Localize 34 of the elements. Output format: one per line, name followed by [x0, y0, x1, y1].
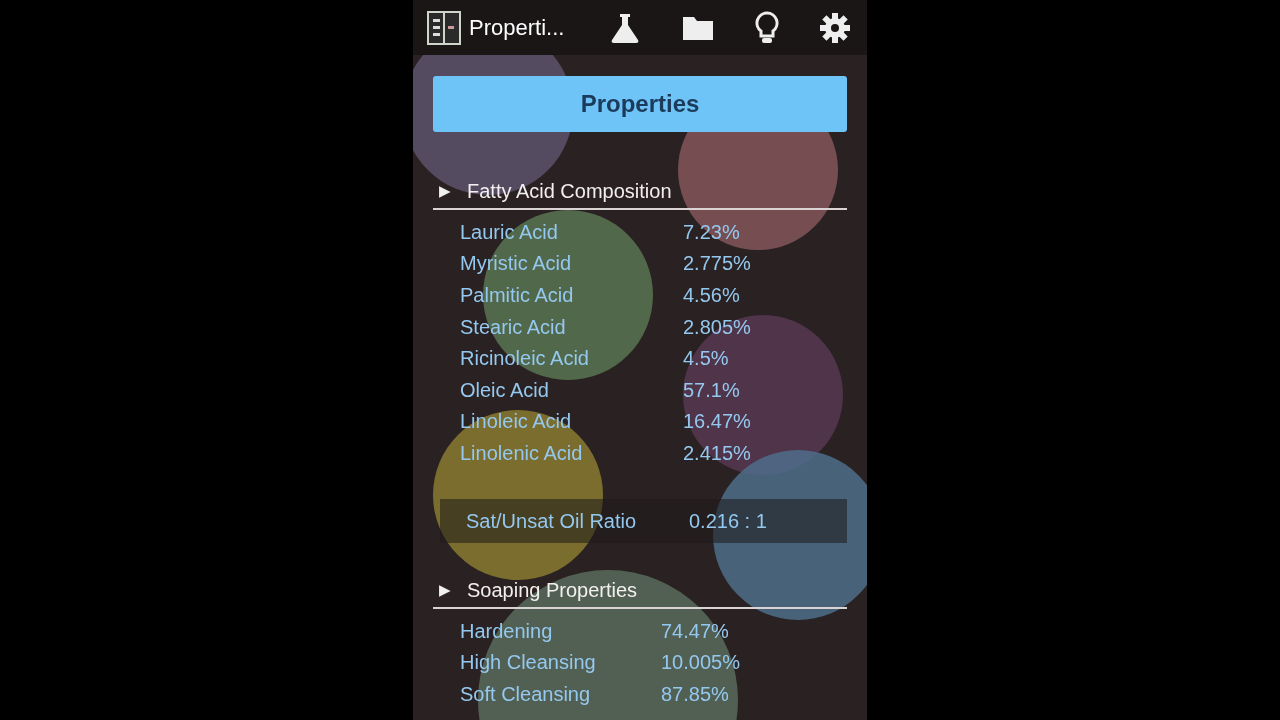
property-value: 4.56%	[683, 283, 740, 308]
property-value: 57.1%	[683, 377, 740, 403]
property-value: 7.23%	[683, 219, 740, 245]
ratio-value: 0.216 : 1	[689, 508, 767, 534]
property-value: 16.47%	[683, 409, 751, 435]
settings-icon[interactable]	[819, 11, 851, 44]
app-title: Properti...	[469, 14, 565, 42]
property-label: Palmitic Acid	[460, 283, 575, 308]
app-logo-icon	[427, 10, 461, 45]
property-value: 4.5%	[683, 346, 729, 372]
property-label: Soft Cleansing	[460, 681, 592, 707]
property-value: 2.805%	[683, 314, 751, 340]
property-label: Hardening	[460, 618, 554, 644]
property-value: 2.415%	[683, 440, 751, 466]
property-label: Ricinoleic Acid	[460, 346, 590, 372]
property-value: 2.775%	[683, 251, 751, 277]
ratio-label: Sat/Unsat Oil Ratio	[466, 508, 638, 534]
property-label: Oleic Acid	[460, 377, 550, 403]
lightbulb-icon[interactable]	[755, 10, 779, 45]
property-value: 10.005%	[661, 650, 740, 676]
property-value: 87.85%	[661, 681, 729, 707]
property-label: Stearic Acid	[460, 314, 567, 340]
properties-header-button[interactable]: Properties	[433, 76, 847, 132]
property-value: 74.47%	[661, 618, 729, 644]
property-label: Lauric Acid	[460, 219, 559, 245]
property-label: Linoleic Acid	[460, 409, 573, 435]
section-title: Soaping Properties	[467, 577, 638, 603]
section-title: Fatty Acid Composition	[467, 179, 672, 204]
expand-toggle[interactable]: ▶	[439, 179, 451, 203]
expand-toggle[interactable]: ▶	[439, 578, 451, 601]
flask-icon[interactable]	[609, 11, 641, 44]
property-label: Myristic Acid	[460, 251, 573, 277]
property-label: High Cleansing	[460, 650, 597, 676]
property-label: Linolenic Acid	[460, 440, 584, 466]
